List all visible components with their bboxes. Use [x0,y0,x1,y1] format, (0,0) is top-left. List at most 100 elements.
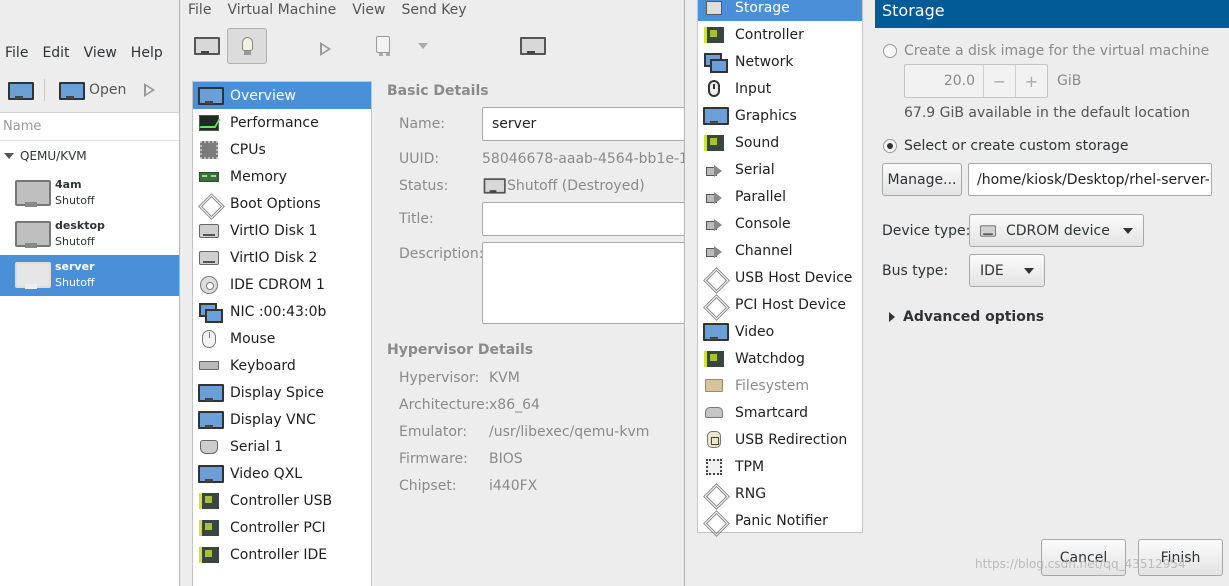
hw-type-label: TPM [735,458,765,475]
open-icon[interactable] [59,81,85,100]
hw-item-video-qxl[interactable]: Video QXL [193,460,371,487]
hw-type-label: Network [735,53,794,70]
hw-item-serial-1[interactable]: Serial 1 [193,433,371,460]
hw-type-input[interactable]: Input [698,75,862,102]
manager-menu-edit[interactable]: Edit [42,45,69,61]
hw-item-boot-options[interactable]: Boot Options [193,190,371,217]
hw-item-controller-ide[interactable]: Controller IDE [193,541,371,568]
monitor-icon [198,87,224,105]
manager-menu-file[interactable]: File [5,45,28,61]
vm-name-input[interactable]: server [482,107,692,141]
bus-type-select[interactable]: IDE [969,254,1045,287]
manager-menu-help[interactable]: Help [131,45,163,61]
basic-details-title: Basic Details [387,83,489,99]
size-unit: GiB [1057,73,1082,89]
hw-item-controller-usb[interactable]: Controller USB [193,487,371,514]
disk-size-input[interactable]: 20.0 [905,65,983,97]
hw-item-label: VirtIO Disk 2 [230,249,318,266]
hw-type-parallel[interactable]: Parallel [698,183,862,210]
watermark: https://blog.csdn.net/qq_43512954 [975,557,1186,571]
vm-menu-send-key[interactable]: Send Key [401,2,466,18]
run-icon[interactable] [144,83,156,97]
hw-item-label: Boot Options [230,195,321,212]
hw-type-watchdog[interactable]: Watchdog [698,345,862,372]
hw-type-tpm[interactable]: TPM [698,453,862,480]
custom-storage-radio[interactable] [883,139,897,153]
serial-icon [200,439,218,454]
power-dropdown-icon[interactable] [418,43,428,49]
hw-item-memory[interactable]: Memory [193,163,371,190]
details-view-button[interactable] [227,28,267,64]
hw-item-nic-00-43-0b[interactable]: NIC :00:43:0b [193,298,371,325]
vm-description-textarea[interactable] [482,242,692,324]
hw-item-label: Keyboard [230,357,296,374]
vm-row-server[interactable]: server Shutoff [0,255,180,296]
hw-type-sound[interactable]: Sound [698,129,862,156]
hw-type-network[interactable]: Network [698,48,862,75]
vm-row-desktop[interactable]: desktop Shutoff [0,214,180,255]
hw-item-virtio-disk-1[interactable]: VirtIO Disk 1 [193,217,371,244]
hw-item-label: Overview [230,87,296,104]
increase-size-button[interactable]: + [1015,65,1047,97]
hw-item-performance[interactable]: Performance [193,109,371,136]
vm-menu-virtual-machine[interactable]: Virtual Machine [227,2,336,18]
custom-storage-option[interactable]: Select or create custom storage [883,138,1129,154]
create-disk-radio[interactable] [883,44,897,58]
vm-menu-file[interactable]: File [188,2,211,18]
gears-icon [200,195,218,213]
hw-type-controller[interactable]: Controller [698,21,862,48]
fullscreen-icon[interactable] [520,37,547,55]
vm-row-4am[interactable]: 4am Shutoff [0,173,180,214]
create-disk-label: Create a disk image for the virtual mach… [904,43,1210,59]
vm-menubar: File Virtual Machine View Send Key [188,0,467,20]
connection-group-row[interactable]: QEMU/KVM [4,149,87,163]
hw-type-smartcard[interactable]: Smartcard [698,399,862,426]
run-icon[interactable] [320,42,332,56]
new-vm-icon[interactable] [8,81,34,100]
hw-item-ide-cdrom-1[interactable]: IDE CDROM 1 [193,271,371,298]
plug-icon [706,162,722,178]
vm-menu-view[interactable]: View [352,2,385,18]
monitor-icon [198,411,224,429]
hw-item-label: Serial 1 [230,438,283,455]
uuid-label: UUID: [399,151,440,167]
decrease-size-button[interactable]: − [983,65,1015,97]
hw-type-rng[interactable]: RNG [698,480,862,507]
hw-type-graphics[interactable]: Graphics [698,102,862,129]
bus-type-value: IDE [980,262,1004,279]
hw-type-filesystem[interactable]: Filesystem [698,372,862,399]
hw-item-controller-pci[interactable]: Controller PCI [193,514,371,541]
advanced-options-expander[interactable]: Advanced options [889,309,1044,325]
hw-type-panic-notifier[interactable]: Panic Notifier [698,507,862,534]
hw-item-cpus[interactable]: CPUs [193,136,371,163]
name-column-header[interactable]: Name [3,119,41,134]
manager-window: File Edit View Help Open Name QEMU/KVM 4… [0,0,180,586]
open-button-label[interactable]: Open [89,82,126,98]
hw-item-overview[interactable]: Overview [193,82,371,109]
hw-type-serial[interactable]: Serial [698,156,862,183]
description-label: Description: [399,246,484,262]
expander-icon[interactable] [4,153,14,159]
manage-button[interactable]: Manage... [882,163,962,196]
vm-title-input[interactable] [482,202,692,236]
console-view-icon[interactable] [194,37,220,55]
power-icon[interactable] [376,36,390,53]
manager-menu-view[interactable]: View [84,45,117,61]
hw-type-storage[interactable]: Storage [698,0,862,21]
hw-item-display-spice[interactable]: Display Spice [193,379,371,406]
device-type-select[interactable]: CDROM device [969,214,1144,247]
hw-type-video[interactable]: Video [698,318,862,345]
hw-item-mouse[interactable]: Mouse [193,325,371,352]
hw-item-keyboard[interactable]: Keyboard [193,352,371,379]
storage-path-input[interactable]: /home/kiosk/Desktop/rhel-server-7 [968,163,1212,196]
tpm-icon [706,458,722,475]
create-disk-option[interactable]: Create a disk image for the virtual mach… [883,43,1209,59]
hw-item-display-vnc[interactable]: Display VNC [193,406,371,433]
hw-item-virtio-disk-2[interactable]: VirtIO Disk 2 [193,244,371,271]
hardware-type-list: Storage Controller Network Input Graphics Sou… [697,0,863,533]
hw-type-channel[interactable]: Channel [698,237,862,264]
hw-type-console[interactable]: Console [698,210,862,237]
hw-type-usb-redirection[interactable]: USB Redirection [698,426,862,453]
hw-type-pci-host-device[interactable]: PCI Host Device [698,291,862,318]
hw-type-usb-host-device[interactable]: USB Host Device [698,264,862,291]
